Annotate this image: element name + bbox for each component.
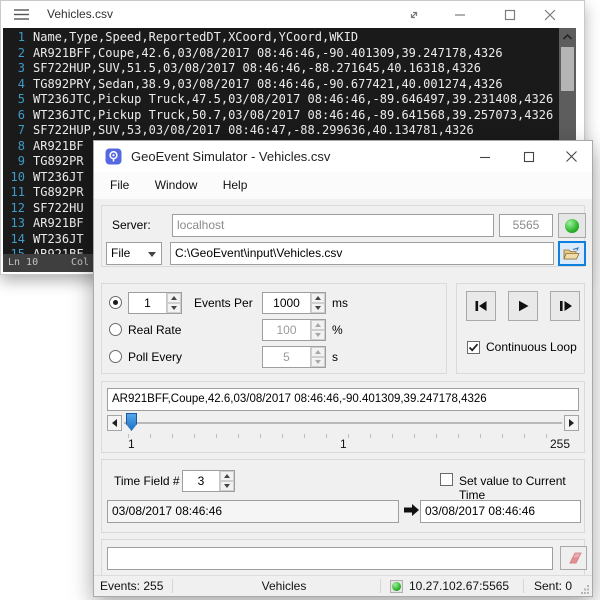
- events-per-label: Events Per: [194, 296, 253, 310]
- simulator-window-title: GeoEvent Simulator - Vehicles.csv: [131, 149, 330, 164]
- menu-help[interactable]: Help: [212, 172, 259, 199]
- geoevent-logo-icon: [105, 148, 122, 165]
- hamburger-menu-icon[interactable]: [14, 8, 29, 21]
- real-rate-label: Real Rate: [128, 323, 181, 337]
- slider-track[interactable]: [124, 422, 562, 424]
- column-indicator: Col: [71, 254, 89, 272]
- current-event-field[interactable]: AR921BFF,Coupe,42.6,03/08/2017 08:46:46,…: [107, 388, 579, 411]
- scrollbar-up-icon[interactable]: [561, 31, 574, 43]
- simulator-close-button[interactable]: [549, 141, 593, 172]
- server-group: Server: localhost 5565 File C:\GeoEvent\…: [101, 205, 585, 267]
- map-arrow-icon: [404, 503, 419, 517]
- editor-line: 1Name,Type,Speed,ReportedDT,XCoord,YCoor…: [3, 30, 576, 46]
- editor-minimize-button[interactable]: [451, 6, 469, 24]
- rate-group: 1 Events Per 1000 ms Real Rate 100 % Pol…: [101, 283, 447, 374]
- endpoint-address: 10.27.102.67:5565: [409, 579, 509, 593]
- geoevent-simulator-window: GeoEvent Simulator - Vehicles.csv File W…: [93, 140, 593, 597]
- slider-min-label: 1: [128, 437, 135, 451]
- simulation-name: Vehicles: [244, 579, 324, 593]
- desktop: Vehicles.csv 1Name,Type,Speed,ReportedDT…: [0, 0, 600, 600]
- play-button[interactable]: [508, 291, 538, 321]
- editor-close-button[interactable]: [541, 6, 559, 24]
- skip-to-start-button[interactable]: [466, 291, 496, 321]
- menubar: File Window Help: [94, 172, 592, 199]
- play-icon: [515, 298, 531, 314]
- continuous-loop-checkbox[interactable]: [467, 341, 480, 354]
- browse-file-button[interactable]: [558, 241, 586, 266]
- step-forward-icon: [557, 298, 573, 314]
- interval-unit-label: ms: [332, 296, 348, 310]
- editor-titlebar[interactable]: Vehicles.csv: [1, 1, 584, 28]
- editor-line: 3SF722HUP,SUV,51.5,03/08/2017 08:46:46,-…: [3, 61, 576, 77]
- skip-start-icon: [473, 298, 489, 314]
- line-indicator: Ln 10: [8, 254, 38, 272]
- time-field-spinner[interactable]: 3: [182, 470, 235, 492]
- open-folder-icon: [563, 247, 581, 261]
- time-field-label: Time Field #: [114, 474, 180, 488]
- slider-left-arrow[interactable]: [107, 415, 122, 431]
- spin-up-icon[interactable]: [167, 293, 181, 303]
- slider-max-label: 255: [550, 437, 570, 451]
- connect-button[interactable]: [558, 213, 586, 238]
- source-type-dropdown[interactable]: File: [106, 242, 162, 265]
- playback-group: Continuous Loop: [456, 283, 585, 374]
- poll-spinner: 5: [262, 346, 326, 368]
- time-field-group: Time Field # 3 Set value to Current Time…: [101, 459, 585, 533]
- editor-resize-diagonal-icon[interactable]: [405, 6, 423, 24]
- connect-status-icon: [565, 219, 579, 233]
- resize-grip[interactable]: [580, 584, 590, 594]
- editor-line: 7SF722HUP,SUV,53,03/08/2017 08:46:47,-88…: [3, 123, 576, 139]
- current-event-group: AR921BFF,Coupe,42.6,03/08/2017 08:46:46,…: [101, 381, 585, 453]
- slider-mid-label: 1: [340, 437, 347, 451]
- menu-file[interactable]: File: [99, 172, 140, 199]
- check-icon: [468, 342, 479, 353]
- time-from-field[interactable]: 03/08/2017 08:46:46: [107, 500, 399, 523]
- spin-down-icon[interactable]: [167, 303, 181, 313]
- editor-window-title: Vehicles.csv: [47, 7, 113, 21]
- editor-line: 4TG892PRY,Sedan,38.9,03/08/2017 08:46:46…: [3, 77, 576, 93]
- continuous-loop-label: Continuous Loop: [486, 340, 577, 354]
- events-count: Events: 255: [100, 579, 163, 593]
- progress-group: [101, 539, 585, 577]
- simulator-statusbar: Events: 255 Vehicles 10.27.102.67:5565 S…: [94, 575, 592, 596]
- poll-unit-label: s: [332, 350, 338, 364]
- editor-maximize-button[interactable]: [501, 6, 519, 24]
- interval-spinner[interactable]: 1000: [262, 292, 326, 314]
- spin-up-icon[interactable]: [311, 293, 325, 303]
- file-path-input[interactable]: C:\GeoEvent\input\Vehicles.csv: [170, 242, 554, 265]
- poll-every-radio[interactable]: [109, 350, 122, 363]
- real-rate-spinner: 100: [262, 319, 326, 341]
- clear-button[interactable]: [560, 546, 587, 570]
- set-current-time-checkbox[interactable]: [440, 473, 453, 486]
- server-port-input[interactable]: 5565: [499, 214, 553, 237]
- menu-window[interactable]: Window: [144, 172, 209, 199]
- simulator-minimize-button[interactable]: [463, 141, 507, 172]
- server-host-input[interactable]: localhost: [172, 214, 494, 237]
- connection-status-icon: [390, 580, 403, 593]
- poll-every-label: Poll Every: [128, 350, 182, 364]
- simulator-maximize-button[interactable]: [507, 141, 551, 172]
- spin-up-icon[interactable]: [220, 471, 234, 481]
- time-to-field[interactable]: 03/08/2017 08:46:46: [420, 500, 581, 523]
- slider-right-arrow[interactable]: [564, 415, 579, 431]
- editor-line: 5WT236JTC,Pickup Truck,47.5,03/08/2017 0…: [3, 92, 576, 108]
- slider-thumb[interactable]: [126, 413, 137, 431]
- simulator-titlebar[interactable]: GeoEvent Simulator - Vehicles.csv: [94, 141, 592, 172]
- events-per-radio[interactable]: [109, 296, 122, 309]
- editor-line: 2AR921BFF,Coupe,42.6,03/08/2017 08:46:46…: [3, 46, 576, 62]
- set-current-time-label: Set value to Current Time: [459, 474, 584, 502]
- eraser-icon: [566, 552, 582, 564]
- chevron-down-icon: [148, 252, 156, 257]
- message-log-field[interactable]: [107, 547, 553, 570]
- scrollbar-thumb[interactable]: [561, 47, 574, 91]
- server-label: Server:: [112, 218, 151, 232]
- spin-down-icon[interactable]: [311, 303, 325, 313]
- sent-count: Sent: 0: [534, 579, 572, 593]
- real-rate-unit-label: %: [332, 323, 343, 337]
- event-count-spinner[interactable]: 1: [128, 292, 182, 314]
- real-rate-radio[interactable]: [109, 323, 122, 336]
- editor-line: 6WT236JTC,Pickup Truck,50.7,03/08/2017 0…: [3, 108, 576, 124]
- spin-down-icon[interactable]: [220, 481, 234, 491]
- step-button[interactable]: [550, 291, 580, 321]
